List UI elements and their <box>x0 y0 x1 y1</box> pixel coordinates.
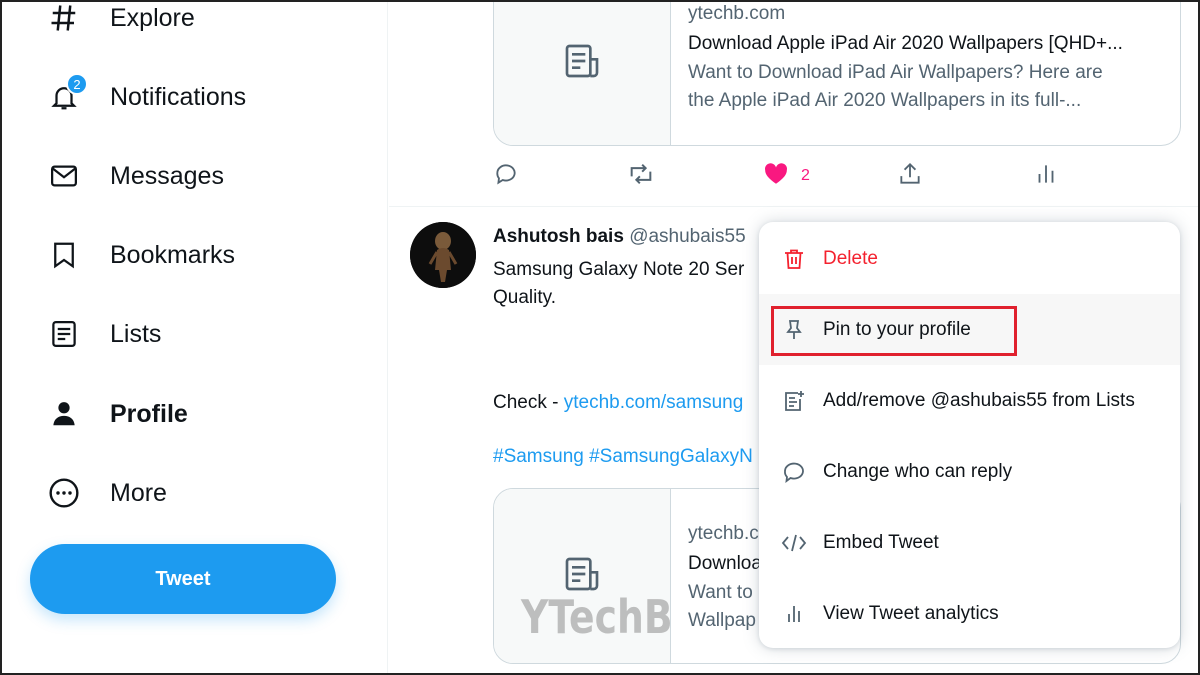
nav-label-explore: Explore <box>110 3 195 32</box>
retweet-icon <box>627 160 655 193</box>
nav-label-notifications: Notifications <box>110 82 247 111</box>
share-icon <box>897 161 923 192</box>
tweet-author-name[interactable]: Ashutosh bais <box>493 226 624 247</box>
menu-item-delete[interactable]: Delete <box>759 223 1180 294</box>
analytics-icon <box>1033 161 1059 192</box>
reply-icon <box>493 161 519 192</box>
card-desc-line1: Want to Download iPad Air Wallpapers? He… <box>688 62 1103 83</box>
card-thumbnail <box>494 0 671 145</box>
reply-bubble-icon <box>781 459 807 485</box>
tweet-link[interactable]: ytechb.com/samsung <box>564 392 744 413</box>
analytics-button[interactable] <box>1033 160 1059 192</box>
tweet-hashtags[interactable]: #Samsung #SamsungGalaxyN <box>493 446 753 468</box>
sidebar: Explore 2 Notifications Messages Bookmar… <box>0 0 388 675</box>
tweet-text-line1: Samsung Galaxy Note 20 Ser <box>493 259 745 280</box>
more-circle-icon <box>46 475 82 511</box>
tweet-check-line: Check - ytechb.com/samsung <box>493 392 743 414</box>
like-button[interactable]: 2 <box>763 160 810 192</box>
analytics-icon <box>781 601 807 627</box>
menu-label-lists: Add/remove @ashubais55 from Lists <box>823 389 1135 411</box>
menu-item-change-reply[interactable]: Change who can reply <box>759 436 1180 507</box>
watermark: YTechB <box>521 590 673 644</box>
notifications-badge: 2 <box>66 73 88 95</box>
tweet-options-menu: Delete Pin to your profile Add/remove @a… <box>759 222 1180 648</box>
nav-label-bookmarks: Bookmarks <box>110 240 236 269</box>
menu-item-pin[interactable]: Pin to your profile <box>759 294 1180 365</box>
envelope-icon <box>46 158 82 194</box>
nav-item-bookmarks[interactable]: Bookmarks <box>46 230 235 280</box>
nav-label-profile: Profile <box>110 399 188 428</box>
nav-item-notifications[interactable]: 2 Notifications <box>46 72 246 122</box>
card-title: Download Apple iPad Air 2020 Wallpapers … <box>688 33 1123 54</box>
tweet-actions: 2 <box>493 160 1173 192</box>
nav-label-lists: Lists <box>110 319 162 348</box>
hashtag-icon <box>46 0 82 36</box>
tweet-header: Ashutosh bais @ashubais55 <box>493 226 746 248</box>
person-icon <box>46 396 82 432</box>
bookmark-icon <box>46 237 82 273</box>
trash-icon <box>781 246 807 272</box>
card-desc-line2: the Apple iPad Air 2020 Wallpapers in it… <box>688 90 1082 111</box>
reply-button[interactable] <box>493 160 519 192</box>
menu-label-analytics: View Tweet analytics <box>823 602 999 624</box>
nav-item-more[interactable]: More <box>46 468 167 518</box>
menu-item-embed[interactable]: Embed Tweet <box>759 507 1180 578</box>
tweet-divider <box>389 206 1200 207</box>
tweet-text: Samsung Galaxy Note 20 Ser Quality. <box>493 256 744 312</box>
tweet-text-line2: Quality. <box>493 287 557 308</box>
check-prefix: Check - <box>493 392 564 413</box>
retweet-button[interactable] <box>627 160 655 192</box>
menu-label-change-reply: Change who can reply <box>823 460 1013 482</box>
share-button[interactable] <box>897 160 923 192</box>
menu-label-delete: Delete <box>823 247 878 269</box>
card-domain: ytechb.com <box>688 3 786 24</box>
code-icon <box>781 530 807 556</box>
nav-item-messages[interactable]: Messages <box>46 151 224 201</box>
nav-label-messages: Messages <box>110 161 224 190</box>
menu-item-lists[interactable]: Add/remove @ashubais55 from Lists <box>759 365 1180 436</box>
avatar[interactable] <box>410 222 476 288</box>
article-icon <box>562 41 602 86</box>
menu-label-embed: Embed Tweet <box>823 531 939 553</box>
card-body: ytechb.com Download Apple iPad Air 2020 … <box>688 3 1166 115</box>
menu-label-pin: Pin to your profile <box>823 318 971 340</box>
list-add-icon <box>781 388 807 414</box>
menu-item-analytics[interactable]: View Tweet analytics <box>759 578 1180 648</box>
nav-item-explore[interactable]: Explore <box>46 0 195 43</box>
list-icon <box>46 316 82 352</box>
bell-icon: 2 <box>46 73 88 115</box>
tweet-button[interactable]: Tweet <box>30 544 336 614</box>
nav-item-lists[interactable]: Lists <box>46 309 161 359</box>
tweet-author-handle[interactable]: @ashubais55 <box>629 226 745 247</box>
nav-label-more: More <box>110 478 167 507</box>
link-card[interactable]: ytechb.com Download Apple iPad Air 2020 … <box>493 0 1181 146</box>
heart-filled-icon <box>763 161 789 192</box>
nav-item-profile[interactable]: Profile <box>46 389 188 439</box>
like-count: 2 <box>801 167 810 184</box>
pin-icon <box>781 317 807 343</box>
